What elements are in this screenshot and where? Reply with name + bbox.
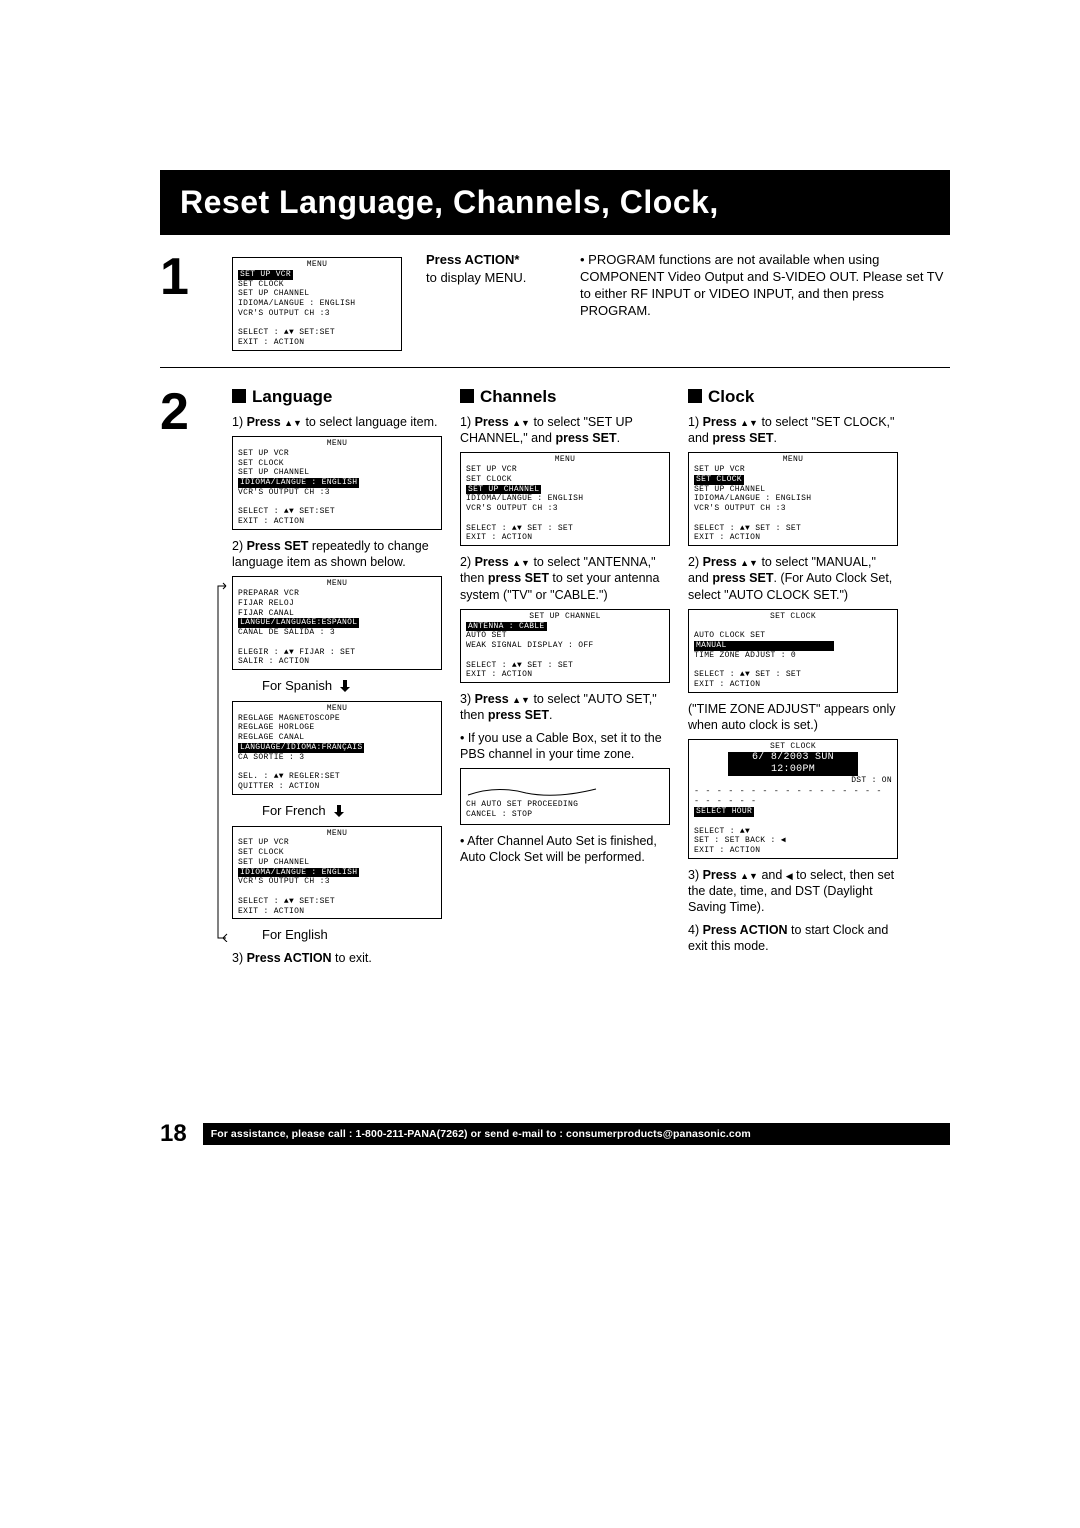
osd-channels-2: SET UP CHANNEL ANTENNA : CABLE AUTO SET … (460, 609, 670, 683)
left-icon (786, 868, 793, 882)
square-icon (232, 389, 246, 403)
osd-lang-english: MENU SET UP VCR SET CLOCK SET UP CHANNEL… (232, 826, 442, 920)
up-icon (740, 555, 749, 569)
up-icon (512, 415, 521, 429)
osd-channels-3: CH AUTO SET PROCEEDING CANCEL : STOP (460, 768, 670, 825)
step-2-number: 2 (160, 386, 208, 973)
down-icon (749, 415, 758, 429)
down-arrow-icon (339, 679, 351, 693)
page-number: 18 (160, 1120, 187, 1148)
clock-column: Clock 1) Press to select "SET CLOCK," an… (688, 386, 898, 973)
square-icon (688, 389, 702, 403)
proceeding-icon (466, 783, 616, 797)
up-icon (284, 415, 293, 429)
language-column: Language 1) Press to select language ite… (232, 386, 442, 973)
loop-arrow-icon (214, 582, 228, 942)
osd-lang-french: MENU REGLAGE MAGNETOSCOPE REGLAGE HORLOG… (232, 701, 442, 795)
down-icon (749, 868, 758, 882)
osd-clock-2: SET CLOCK AUTO CLOCK SET MANUAL TIME ZON… (688, 609, 898, 693)
section-channels: Channels (460, 386, 670, 408)
up-icon (512, 692, 521, 706)
for-english-label: For English (262, 927, 442, 944)
section-language: Language (232, 386, 442, 408)
step-1-instruction: Press ACTION* to display MENU. (426, 251, 556, 359)
step-2-row: 2 Language 1) Press to select language i… (160, 386, 950, 973)
osd-clock-3: SET CLOCK 6/ 8/2003 SUN 12:00PM DST : ON… (688, 739, 898, 859)
page-footer: 18 For assistance, please call : 1-800-2… (160, 1120, 950, 1148)
up-icon (740, 415, 749, 429)
osd-lang-spanish: MENU PREPARAR VCR FIJAR RELOJ FIJAR CANA… (232, 576, 442, 670)
osd-clock-1: MENU SET UP VCR SET CLOCK SET UP CHANNEL… (688, 452, 898, 546)
channels-column: Channels 1) Press to select "SET UP CHAN… (460, 386, 670, 973)
section-clock: Clock (688, 386, 898, 408)
up-icon (740, 868, 749, 882)
down-icon (521, 555, 530, 569)
up-icon (512, 555, 521, 569)
footer-text: For assistance, please call : 1-800-211-… (203, 1123, 950, 1145)
down-icon (749, 555, 758, 569)
divider (160, 367, 950, 368)
square-icon (460, 389, 474, 403)
osd-step1: MENU SET UP VCR SET CLOCK SET UP CHANNEL… (232, 257, 402, 351)
down-icon (293, 415, 302, 429)
down-arrow-icon (333, 804, 345, 818)
for-spanish-label: For Spanish (262, 678, 442, 695)
for-french-label: For French (262, 803, 442, 820)
down-icon (521, 692, 530, 706)
down-icon (521, 415, 530, 429)
osd-lang-1: MENU SET UP VCR SET CLOCK SET UP CHANNEL… (232, 436, 442, 530)
osd-channels-1: MENU SET UP VCR SET CLOCK SET UP CHANNEL… (460, 452, 670, 546)
step-1-number: 1 (160, 251, 208, 359)
page-title: Reset Language, Channels, Clock, (160, 170, 950, 235)
step-1-row: 1 MENU SET UP VCR SET CLOCK SET UP CHANN… (160, 251, 950, 359)
step-1-note: • PROGRAM functions are not available wh… (580, 251, 950, 359)
